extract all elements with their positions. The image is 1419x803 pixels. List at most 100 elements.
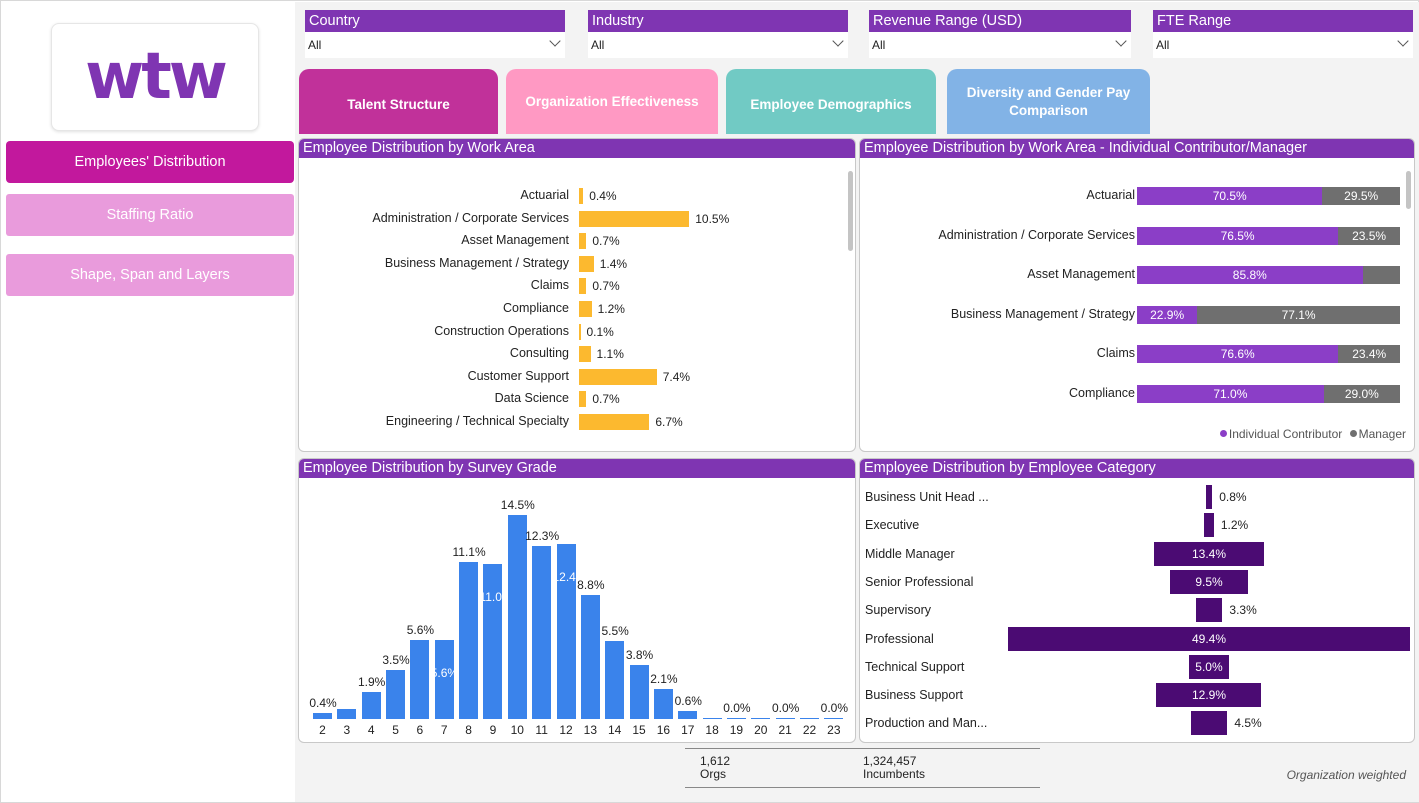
table-row: Construction Operations 0.1% xyxy=(299,322,849,342)
bar-value-label: 0.7% xyxy=(592,392,620,407)
tab-organization-effectiveness[interactable]: Organization Effectiveness xyxy=(506,69,718,134)
category-label: Supervisory xyxy=(865,603,931,618)
x-tick-label: 21 xyxy=(778,723,792,737)
legend-dot-ic xyxy=(1219,430,1227,437)
bar-value-label: 4.5% xyxy=(1234,716,1262,731)
manager-segment: 23.4% xyxy=(1338,345,1400,364)
x-tick-label: 23 xyxy=(827,723,841,737)
x-tick-label: 14 xyxy=(608,723,622,737)
bar xyxy=(751,717,771,719)
bar-value-label: 10.5% xyxy=(695,211,730,226)
country-filter: Country All xyxy=(305,10,565,62)
table-row: Claims 0.7% xyxy=(299,276,849,296)
x-tick-label: 16 xyxy=(656,723,671,737)
ic-segment: 85.8% xyxy=(1137,266,1363,285)
ic-segment: 71.0% xyxy=(1137,385,1324,403)
table-row: Customer Support 7.4% xyxy=(299,367,849,387)
bar-value-label: 7.4% xyxy=(662,369,691,384)
tab-employee-demographics[interactable]: Employee Demographics xyxy=(726,69,936,134)
panel-title: Employee Distribution by Work Area xyxy=(299,139,855,158)
category-label: Business Unit Head ... xyxy=(865,490,989,504)
bar-category-label: Engineering / Technical Specialty xyxy=(385,414,569,428)
bar-category-label: Administration / Corporate Services xyxy=(372,210,569,225)
bar-value-label: 8.8% xyxy=(577,577,605,592)
wtw-logo: wtw xyxy=(85,40,228,114)
bar-value-label: 0.0% xyxy=(820,700,849,715)
tab-talent-structure[interactable]: Talent Structure xyxy=(299,69,498,134)
fte-range-dropdown[interactable]: All xyxy=(1153,32,1413,58)
revenue-range-filter: Revenue Range (USD) All xyxy=(869,10,1131,62)
sidebar-item-employees-distribution[interactable]: Employees' Distribution xyxy=(6,141,294,183)
sidebar-item-shape-span-layers[interactable]: Shape, Span and Layers xyxy=(6,254,294,296)
bar-value-label: 1.1% xyxy=(596,347,624,362)
revenue-range-dropdown-value: All xyxy=(872,38,886,52)
bar-category-label: Consulting xyxy=(509,346,569,361)
legend-dot-manager xyxy=(1349,430,1357,437)
x-tick-label: 22 xyxy=(802,723,817,737)
legend-label-ic: Individual Contributor xyxy=(1228,427,1343,441)
table-row: Asset Management 85.8% xyxy=(860,266,1408,285)
chart-legend: Individual Contributor Manager xyxy=(1219,427,1406,441)
bar xyxy=(678,710,698,719)
bar: 49.4% xyxy=(1007,626,1411,651)
category-label: Senior Professional xyxy=(865,574,974,589)
scrollbar-thumb[interactable] xyxy=(1406,171,1411,209)
panel-title: Employee Distribution by Work Area - Ind… xyxy=(860,139,1414,158)
bar xyxy=(1205,485,1213,509)
bar xyxy=(579,414,650,430)
bar xyxy=(702,717,722,719)
bar-value-label: 5.6% xyxy=(406,623,435,638)
bar-category-label: Claims xyxy=(1096,346,1135,361)
x-tick-label: 10 xyxy=(510,723,524,737)
bar-category-label: Construction Operations xyxy=(434,323,569,338)
bar xyxy=(580,594,600,719)
industry-dropdown[interactable]: All xyxy=(588,32,848,58)
bar xyxy=(313,713,332,719)
category-label: Technical Support xyxy=(865,659,965,674)
ic-manager-panel: Employee Distribution by Work Area - Ind… xyxy=(859,138,1415,452)
bar xyxy=(579,323,581,340)
chevron-down-icon xyxy=(549,35,561,47)
bar-value-label: 6.7% xyxy=(655,415,683,429)
x-tick-label: 6 xyxy=(416,723,424,737)
country-dropdown[interactable]: All xyxy=(305,32,565,58)
logo-card: wtw xyxy=(51,23,259,131)
bar xyxy=(775,717,795,719)
x-tick-label: 4 xyxy=(367,723,375,737)
ic-segment: 22.9% xyxy=(1137,305,1198,324)
tab-diversity-gender-pay[interactable]: Diversity and Gender Pay Comparison xyxy=(947,69,1150,134)
dashboard-frame: wtw Employees' Distribution Staffing Rat… xyxy=(0,0,1419,803)
bar-category-label: Claims xyxy=(530,278,569,293)
ic-segment: 70.5% xyxy=(1137,187,1323,205)
bar xyxy=(579,278,587,295)
footer-divider-bottom xyxy=(685,787,1040,788)
manager-segment: 23.5% xyxy=(1338,226,1400,245)
bar xyxy=(579,391,587,408)
x-tick-label: 3 xyxy=(343,723,351,737)
bar xyxy=(337,709,357,719)
ic-segment: 76.6% xyxy=(1137,345,1339,364)
incumbents-label: Incumbents xyxy=(863,767,926,781)
category-label: Business Support xyxy=(865,688,963,703)
industry-filter-label: Industry xyxy=(588,10,848,32)
footer-divider-top xyxy=(685,748,1040,749)
bar-value-label: 11.1% xyxy=(452,545,486,560)
bar xyxy=(800,717,819,719)
orgs-count: 1,612 Orgs xyxy=(700,755,730,781)
fte-range-filter-label: FTE Range xyxy=(1153,10,1413,32)
bar-category-label: Data Science xyxy=(494,391,569,406)
bar-value-label: 2.1% xyxy=(650,672,678,687)
orgs-label: Orgs xyxy=(700,767,727,781)
fte-range-filter: FTE Range All xyxy=(1153,10,1413,62)
bar-category-label: Business Management / Strategy xyxy=(384,255,569,270)
sidebar-item-staffing-ratio[interactable]: Staffing Ratio xyxy=(6,194,294,236)
table-row: Compliance 71.0% 29.0% xyxy=(860,385,1408,403)
bar-value-label: 1.2% xyxy=(1220,518,1249,533)
scrollbar-thumb[interactable] xyxy=(848,171,853,251)
incumbents-count: 1,324,457 Incumbents xyxy=(863,755,925,781)
bar xyxy=(726,717,746,719)
revenue-range-dropdown[interactable]: All xyxy=(869,32,1131,58)
bar-category-label: Asset Management xyxy=(461,233,569,248)
bar-value-label: 0.6% xyxy=(674,693,702,708)
bar-value-label: 14.5% xyxy=(500,497,535,512)
